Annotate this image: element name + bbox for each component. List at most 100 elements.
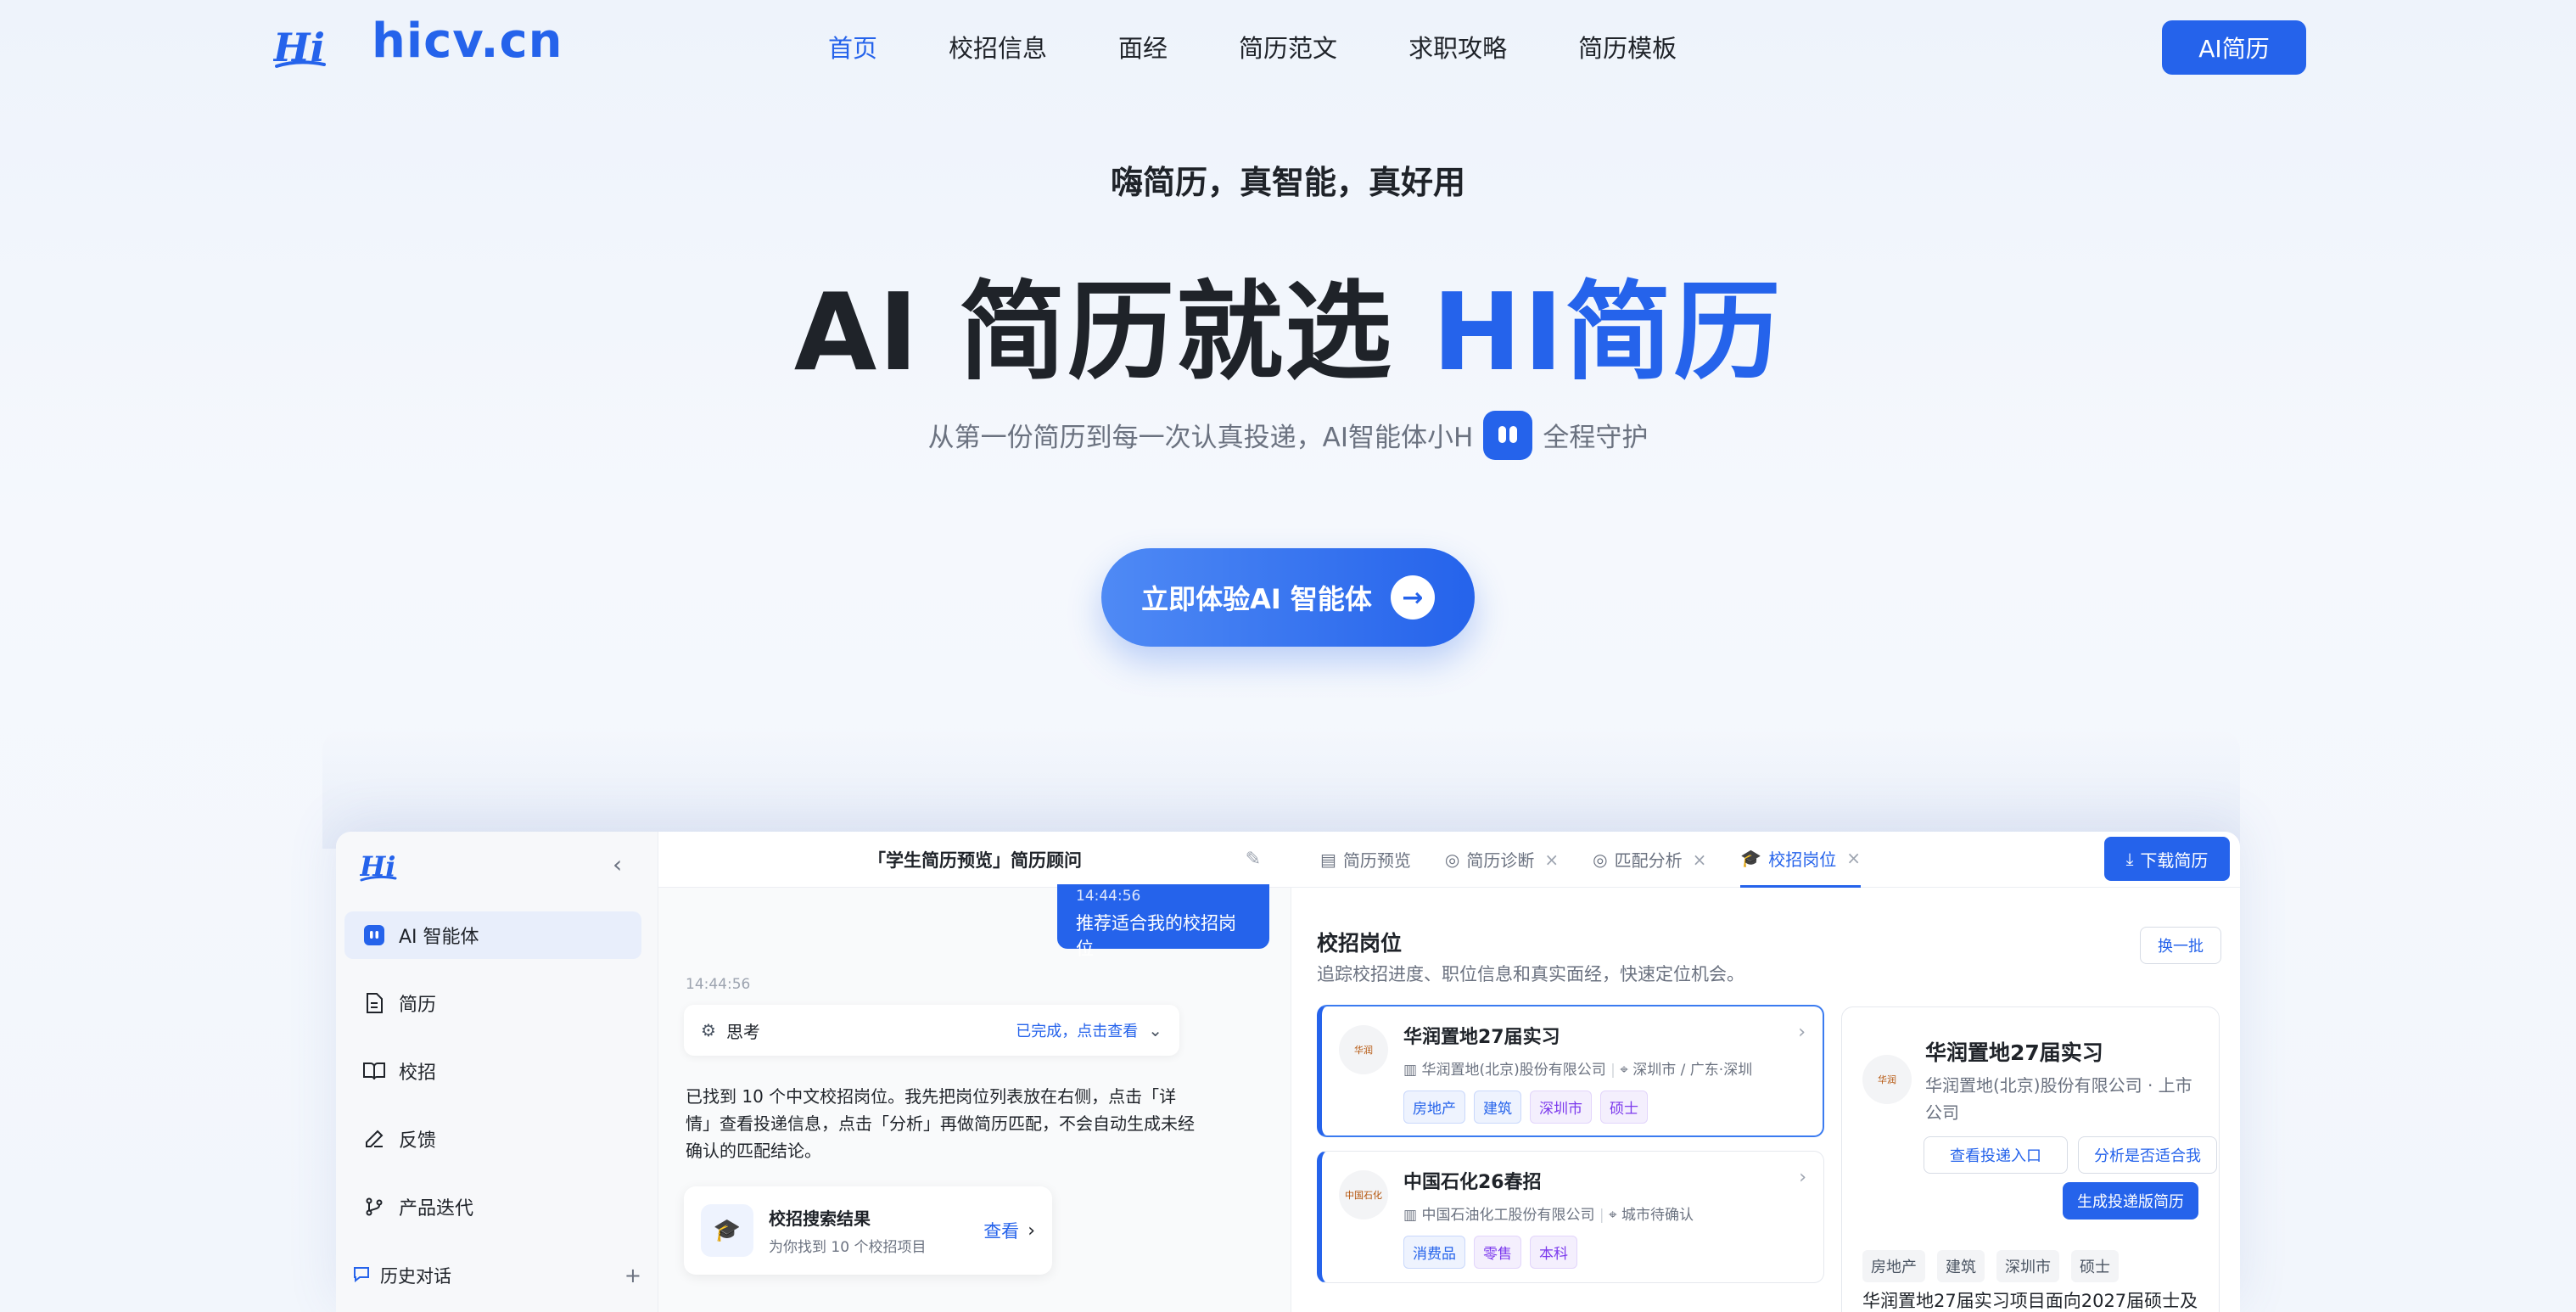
bot-icon — [363, 924, 385, 946]
arrow-right-icon: → — [1390, 575, 1435, 620]
gear-icon: ⚙ — [701, 1020, 716, 1040]
nav-link-home[interactable]: 首页 — [828, 29, 877, 64]
try-agent-button[interactable]: 立即体验AI 智能体 → — [1101, 548, 1475, 647]
message-time: 14:44:56 — [686, 976, 751, 993]
download-resume-button[interactable]: ⤓ 下载简历 — [2104, 837, 2230, 881]
nav-link-interview[interactable]: 面经 — [1118, 29, 1168, 64]
divider: | — [1610, 1062, 1621, 1079]
thinking-collapse[interactable]: ⚙ 思考 已完成，点击查看 ⌄ — [684, 1005, 1179, 1056]
sidebar-item-resume[interactable]: 简历 — [344, 979, 641, 1027]
mockup-sidebar: Hi ‹ AI 智能体 简历 校招 反馈 产品迭代 历史对话 + — [336, 832, 658, 1312]
detail-tag: 硕士 — [2071, 1250, 2119, 1282]
result-title: 校招搜索结果 — [769, 1208, 871, 1229]
tab-resume-preview[interactable]: ▤ 简历预览 — [1320, 832, 1411, 888]
job-detail-card: 华润 华润置地27届实习 华润置地(北京)股份有限公司 · 上市公司 查看投递入… — [1841, 1006, 2220, 1312]
company-logo: 华润 — [1862, 1055, 1912, 1104]
history-label: 历史对话 — [380, 1266, 451, 1287]
job-meta: ▥ 华润置地(北京)股份有限公司 | ⌖ 深圳市 / 广东·深圳 — [1403, 1057, 1806, 1079]
tab-label: 简历诊断 — [1466, 850, 1535, 871]
nav-links: 首页 校招信息 面经 简历范文 求职攻略 简历模板 — [828, 29, 1748, 64]
company-logo: 中国石化 — [1339, 1170, 1388, 1219]
job-card[interactable]: 华润 华润置地27届实习 ▥ 华润置地(北京)股份有限公司 | ⌖ 深圳市 / … — [1317, 1005, 1824, 1137]
job-tags: 房地产 建筑 深圳市 硕士 — [1403, 1091, 1806, 1124]
nav-link-guide[interactable]: 求职攻略 — [1408, 29, 1507, 64]
git-branch-icon — [363, 1196, 385, 1218]
hero-title-accent: HI简历 — [1431, 270, 1783, 395]
bot-icon — [1483, 410, 1533, 460]
building-icon: ▥ — [1403, 1207, 1422, 1224]
tab-resume-diagnosis[interactable]: ◎ 简历诊断 × — [1445, 832, 1559, 888]
download-label: 下载简历 — [2140, 849, 2209, 871]
sidebar-item-label: AI 智能体 — [399, 927, 479, 948]
ai-resume-button[interactable]: AI简历 — [2162, 20, 2306, 75]
plus-icon[interactable]: + — [624, 1264, 641, 1287]
divider: | — [1599, 1207, 1610, 1224]
tab-label: 简历预览 — [1342, 850, 1411, 871]
chat-bubble-icon — [353, 1265, 370, 1287]
message-text: 推荐适合我的校招岗位 — [1076, 913, 1236, 959]
nav-link-templates[interactable]: 简历模板 — [1578, 29, 1677, 64]
nav-link-samples[interactable]: 简历范文 — [1239, 29, 1337, 64]
try-agent-label: 立即体验AI 智能体 — [1141, 583, 1372, 615]
sidebar-item-label: 反馈 — [399, 1130, 437, 1152]
hero-tagline: 嗨简历，真智能，真好用 — [1110, 164, 1465, 201]
panel-tabs: ▤ 简历预览 ◎ 简历诊断 × ◎ 匹配分析 × 🎓 校招岗位 × — [1291, 832, 2240, 888]
job-company: 中国石油化工股份有限公司 — [1421, 1207, 1595, 1224]
result-text: 校招搜索结果 为你找到 10 个校招项目 — [769, 1205, 926, 1256]
sidebar-item-label: 产品迭代 — [399, 1198, 474, 1219]
search-result-card[interactable]: 🎓 校招搜索结果 为你找到 10 个校招项目 查看 › — [684, 1186, 1052, 1275]
job-tag: 消费品 — [1403, 1236, 1465, 1269]
close-icon[interactable]: × — [1544, 849, 1559, 870]
close-icon[interactable]: × — [1693, 849, 1707, 870]
mockup-glow — [322, 730, 2240, 849]
target-icon: ◎ — [1444, 849, 1460, 870]
tab-label: 校招岗位 — [1768, 849, 1837, 870]
sidebar-item-feedback[interactable]: 反馈 — [344, 1115, 641, 1163]
job-card[interactable]: 中国石化 中国石化26春招 ▥ 中国石油化工股份有限公司 | ⌖ 城市待确认 消… — [1317, 1151, 1824, 1283]
analyze-fit-button[interactable]: 分析是否适合我 — [2078, 1136, 2217, 1174]
history-section[interactable]: 历史对话 + — [353, 1263, 641, 1288]
graduation-cap-icon: 🎓 — [701, 1204, 753, 1257]
hi-logo-icon[interactable]: Hi — [273, 22, 328, 71]
tab-match-analysis[interactable]: ◎ 匹配分析 × — [1593, 832, 1706, 888]
brand-name[interactable]: hicv.cn — [372, 14, 563, 69]
section-subtitle: 追踪校招进度、职位信息和真实面经，快速定位机会。 — [1317, 964, 1744, 984]
message-time: 14:44:56 — [1076, 888, 1141, 905]
result-subtitle: 为你找到 10 个校招项目 — [769, 1239, 927, 1256]
detail-title: 华润置地27届实习 — [1925, 1040, 2103, 1065]
job-tag: 建筑 — [1474, 1091, 1521, 1124]
graduation-cap-icon: 🎓 — [1740, 848, 1762, 868]
job-panel: ▤ 简历预览 ◎ 简历诊断 × ◎ 匹配分析 × 🎓 校招岗位 × ⤓ 下载简历 校招岗位 追… — [1291, 832, 2240, 1312]
chat-panel: 「学生简历预览」简历顾问 ✎ 14:44:56 推荐适合我的校招岗位 14:44… — [658, 832, 1291, 1312]
company-logo: 华润 — [1339, 1025, 1388, 1074]
hero-subtitle-before: 从第一份简历到每一次认真投递，AI智能体小H — [927, 423, 1474, 453]
top-nav: Hi hicv.cn 首页 校招信息 面经 简历范文 求职攻略 简历模板 AI简… — [0, 0, 2576, 93]
view-result-link[interactable]: 查看 — [983, 1218, 1019, 1243]
hi-logo-icon: Hi — [360, 850, 397, 883]
refresh-batch-button[interactable]: 换一批 — [2140, 927, 2221, 964]
tab-campus-jobs[interactable]: 🎓 校招岗位 × — [1740, 832, 1862, 888]
generate-resume-button[interactable]: 生成投递版简历 — [2063, 1182, 2198, 1219]
sidebar-item-label: 简历 — [399, 995, 437, 1016]
location-pin-icon: ⌖ — [1609, 1207, 1621, 1224]
download-icon: ⤓ — [2125, 849, 2134, 869]
job-title: 中国石化26春招 — [1403, 1172, 1542, 1193]
bot-reply-text: 已找到 10 个中文校招岗位。我先把岗位列表放在右侧，点击「详情」查看投递信息，… — [686, 1086, 1195, 1161]
chevron-down-icon: ⌄ — [1148, 1020, 1162, 1040]
job-tag: 本科 — [1530, 1236, 1577, 1269]
sidebar-item-iteration[interactable]: 产品迭代 — [344, 1183, 641, 1231]
edit-icon[interactable]: ✎ — [1246, 849, 1261, 870]
nav-link-campus[interactable]: 校招信息 — [949, 29, 1047, 64]
detail-tag: 建筑 — [1937, 1250, 1985, 1282]
close-icon[interactable]: × — [1846, 848, 1861, 868]
sidebar-item-agent[interactable]: AI 智能体 — [344, 911, 641, 959]
detail-description: 华润置地27届实习项目面向2027届硕士及 — [1862, 1291, 2198, 1311]
chevron-right-icon: › — [1799, 1167, 1806, 1188]
job-tag: 深圳市 — [1530, 1091, 1592, 1124]
chevron-left-icon[interactable]: ‹ — [613, 850, 622, 878]
detail-tags: 房地产 建筑 深圳市 硕士 — [1862, 1250, 2131, 1282]
hero-title-main: AI 简历就选 — [793, 270, 1432, 395]
view-apply-entry-button[interactable]: 查看投递入口 — [1924, 1136, 2068, 1174]
job-title: 华润置地27届实习 — [1403, 1027, 1560, 1048]
sidebar-item-campus[interactable]: 校招 — [344, 1047, 641, 1095]
